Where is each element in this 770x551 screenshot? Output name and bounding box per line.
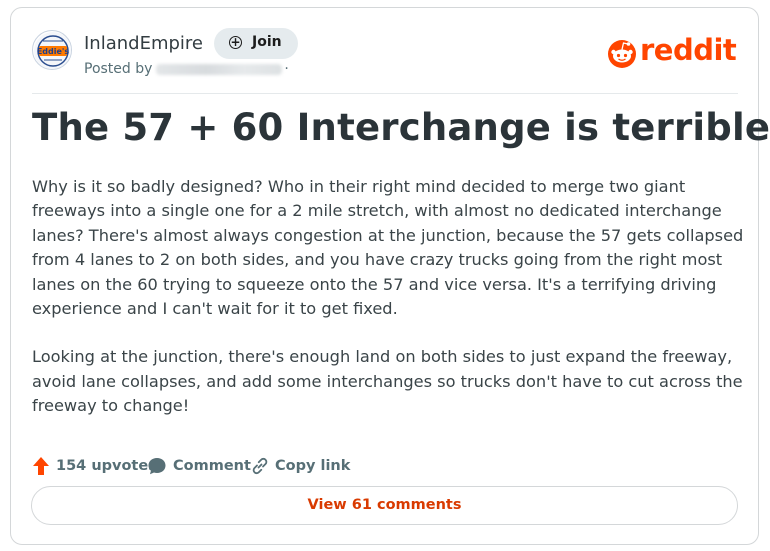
- comment-bubble-icon: [148, 458, 166, 475]
- comment-button[interactable]: Comment: [147, 455, 251, 479]
- copy-link-button[interactable]: Copy link: [250, 455, 350, 479]
- upvote-count: 154 upvotes: [56, 458, 157, 474]
- post-body: Why is it so badly designed? Who in thei…: [32, 175, 752, 443]
- posted-by-prefix: Posted by: [84, 61, 153, 77]
- post-actions: 154 upvotes Comment Copy link: [32, 455, 432, 479]
- reddit-brand[interactable]: reddit: [606, 33, 738, 72]
- join-button[interactable]: + Join: [214, 28, 298, 59]
- post-card: Eddie's InlandEmpire + Join Posted by ·: [10, 7, 770, 545]
- subreddit-avatar[interactable]: Eddie's: [32, 30, 72, 70]
- join-button-label: Join: [252, 34, 282, 50]
- post-paragraph: Looking at the junction, there's enough …: [32, 347, 743, 416]
- post-header: Eddie's InlandEmpire + Join Posted by ·: [32, 28, 738, 78]
- view-comments-button[interactable]: View 61 comments: [31, 486, 738, 525]
- reddit-wordmark: reddit: [640, 33, 737, 67]
- comment-label: Comment: [173, 458, 251, 474]
- upvote-button[interactable]: 154 upvotes: [32, 455, 157, 479]
- posted-by: Posted by ·: [84, 61, 289, 77]
- header-divider: [32, 93, 738, 94]
- redacted-username: [156, 63, 283, 75]
- post-paragraph: Why is it so badly designed? Who in thei…: [32, 177, 744, 319]
- upvote-arrow-icon: [33, 457, 49, 475]
- posted-by-separator: ·: [284, 61, 289, 77]
- avatar-text: Eddie's: [37, 47, 70, 56]
- link-icon: [252, 457, 268, 475]
- subreddit-name[interactable]: InlandEmpire: [84, 33, 203, 54]
- reddit-logo-icon: [608, 40, 636, 68]
- plus-circle-icon: +: [229, 35, 242, 49]
- avatar-logo-icon: Eddie's: [34, 32, 71, 69]
- post-title[interactable]: The 57 + 60 Interchange is terrible: [32, 106, 770, 149]
- copy-link-label: Copy link: [275, 458, 351, 474]
